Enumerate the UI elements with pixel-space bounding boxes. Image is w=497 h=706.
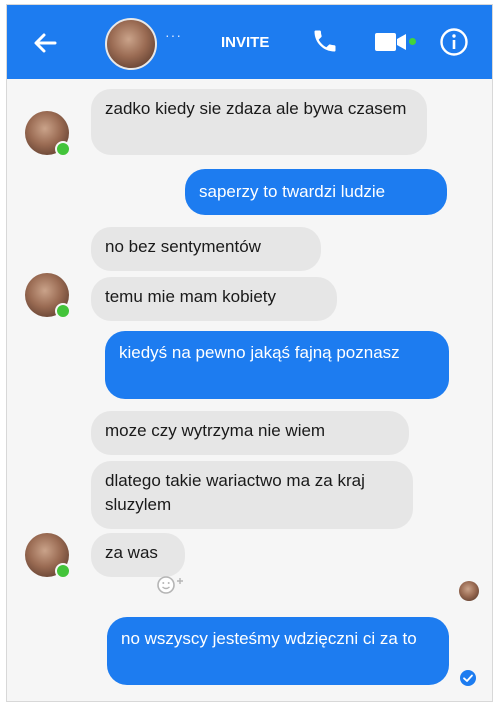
message-thread[interactable]: zadko kiedy sie zdaza ale bywa czasem sa… — [7, 79, 492, 701]
message-bubble[interactable]: saperzy to twardzi ludzie — [185, 169, 447, 215]
online-indicator — [55, 303, 71, 319]
online-indicator — [55, 141, 71, 157]
message-bubble[interactable]: moze czy wytrzyma nie wiem — [91, 411, 409, 455]
message-bubble[interactable]: kiedyś na pewno jakąś fajną poznasz — [105, 331, 449, 399]
info-icon[interactable] — [439, 27, 469, 57]
online-indicator — [55, 563, 71, 579]
sender-avatar[interactable] — [25, 533, 71, 579]
delivered-check-icon — [460, 670, 476, 686]
message-bubble[interactable]: temu mie mam kobiety — [91, 277, 337, 321]
sender-avatar[interactable] — [25, 111, 71, 157]
message-bubble[interactable]: no wszyscy jesteśmy wdzięczni ci za to — [107, 617, 449, 685]
active-status-dot — [409, 38, 416, 45]
message-bubble[interactable]: za was — [91, 533, 185, 577]
phone-icon[interactable] — [311, 27, 339, 55]
add-reaction-icon[interactable] — [155, 574, 187, 596]
back-arrow-icon[interactable] — [31, 29, 59, 57]
phone-screen: ··· INVITE zadko kiedy sie zdaza ale byw… — [6, 4, 493, 702]
contact-name-placeholder: ··· — [165, 27, 182, 43]
seen-avatar — [459, 581, 479, 601]
invite-button[interactable]: INVITE — [221, 34, 269, 51]
message-bubble[interactable]: no bez sentymentów — [91, 227, 321, 271]
sender-avatar[interactable] — [25, 273, 71, 319]
conversation-header: ··· INVITE — [7, 5, 492, 79]
contact-avatar[interactable] — [105, 18, 157, 70]
video-camera-icon[interactable] — [374, 31, 408, 53]
message-bubble[interactable]: dlatego takie wariactwo ma za kraj sluzy… — [91, 461, 413, 529]
message-bubble[interactable]: zadko kiedy sie zdaza ale bywa czasem — [91, 89, 427, 155]
